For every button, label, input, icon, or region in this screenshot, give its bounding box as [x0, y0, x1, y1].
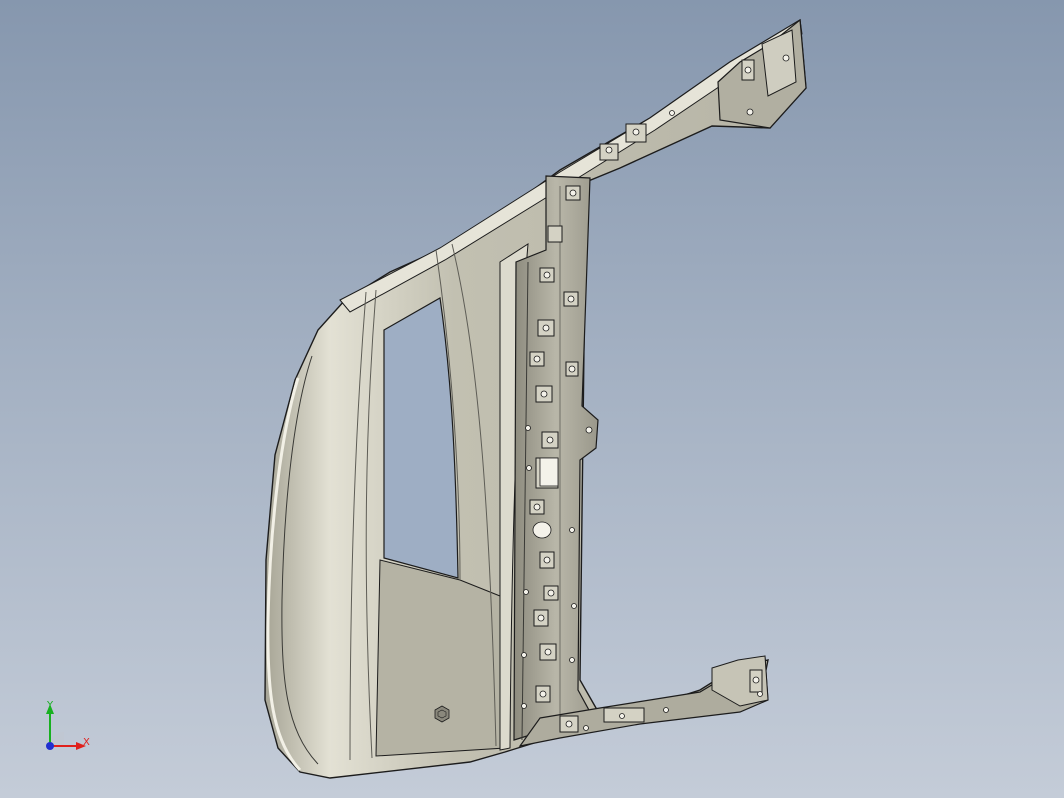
- mount-hole: [744, 66, 752, 74]
- mount-hole: [565, 720, 573, 728]
- handle-cutout: [532, 521, 552, 539]
- mount-hole: [547, 589, 555, 597]
- mount-hole: [571, 603, 577, 609]
- mount-hole: [544, 648, 552, 656]
- z-axis-dot: [46, 742, 54, 750]
- mount-hole: [605, 146, 613, 154]
- mount-hole: [568, 365, 576, 373]
- mount-hole: [537, 614, 545, 622]
- mount-hole: [569, 657, 575, 663]
- mount-hole: [543, 271, 551, 279]
- mount-hole: [525, 425, 531, 431]
- mount-hole: [757, 691, 763, 697]
- mount-hole: [569, 189, 577, 197]
- mount-hole: [533, 355, 541, 363]
- mount-hole: [782, 54, 790, 62]
- y-axis-label: Y: [46, 700, 54, 711]
- cad-viewport[interactable]: [0, 0, 1064, 798]
- mount-hole: [663, 707, 669, 713]
- switch-cutout: [539, 457, 559, 487]
- mount-hole: [546, 436, 554, 444]
- mount-hole: [632, 128, 640, 136]
- clip-tower: [547, 225, 563, 243]
- mount-hole: [746, 108, 754, 116]
- mount-hole: [543, 556, 551, 564]
- mount-hole: [567, 295, 575, 303]
- mount-hole: [533, 503, 541, 511]
- mount-hole: [523, 589, 529, 595]
- mount-hole: [521, 703, 527, 709]
- mount-hole: [540, 390, 548, 398]
- axis-triad: Y X: [46, 700, 90, 750]
- mount-hole: [542, 324, 550, 332]
- x-axis-label: X: [83, 737, 90, 748]
- mount-hole: [569, 527, 575, 533]
- logo-emboss: [434, 705, 450, 723]
- mount-hole: [526, 465, 532, 471]
- mount-hole: [752, 676, 760, 684]
- mount-hole: [539, 690, 547, 698]
- mount-hole: [585, 426, 593, 434]
- mount-hole: [619, 713, 625, 719]
- mount-hole: [669, 110, 675, 116]
- mount-hole: [521, 652, 527, 658]
- mount-hole: [583, 725, 589, 731]
